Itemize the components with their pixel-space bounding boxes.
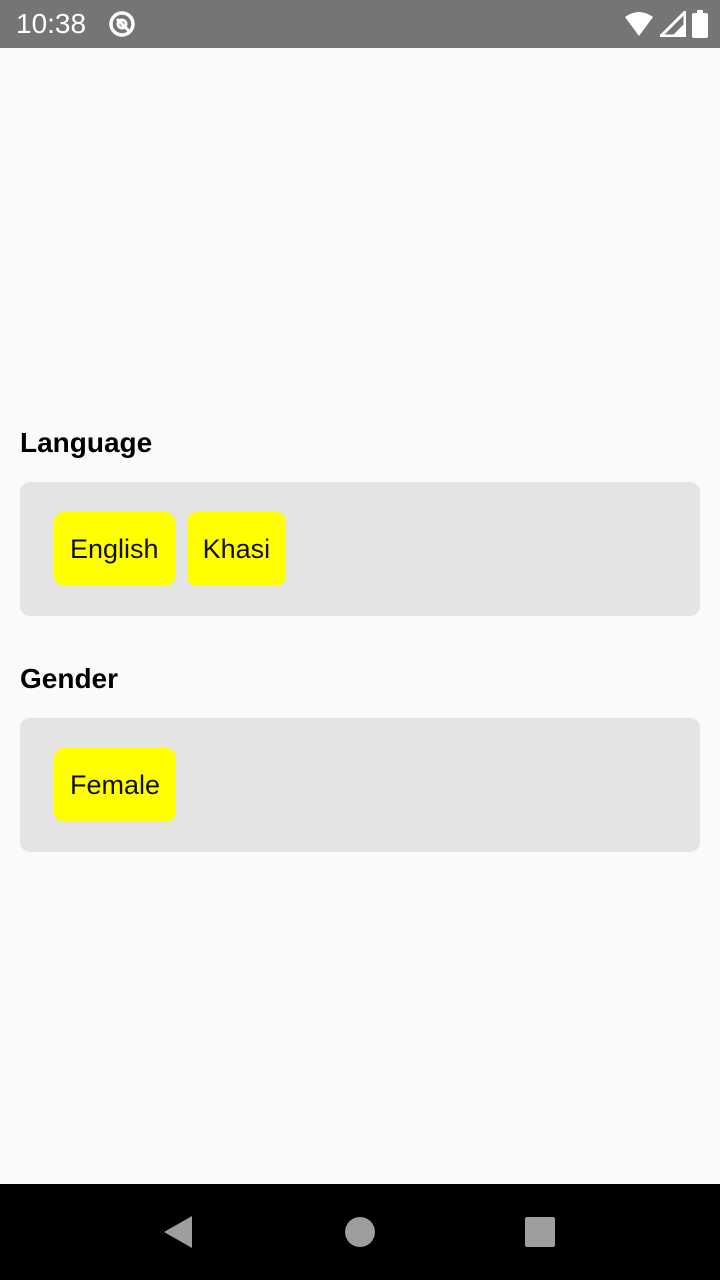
chip-english[interactable]: English — [54, 512, 175, 586]
language-chip-row: English Khasi — [54, 512, 287, 586]
chip-female[interactable]: Female — [54, 748, 177, 822]
back-triangle-icon — [164, 1216, 192, 1248]
wifi-icon — [625, 12, 653, 36]
status-bar: 10:38 — [0, 0, 720, 48]
chip-khasi[interactable]: Khasi — [186, 512, 287, 586]
recents-square-icon — [525, 1217, 555, 1247]
navigation-bar — [0, 1184, 720, 1280]
gender-title: Gender — [20, 663, 119, 694]
battery-icon — [692, 10, 708, 38]
back-button[interactable] — [130, 1184, 226, 1280]
gender-chip-box: Female — [20, 718, 700, 852]
home-circle-icon — [345, 1217, 375, 1247]
main-content: Language English Khasi Gender Female — [0, 48, 720, 1184]
status-time: 10:38 — [16, 8, 87, 39]
language-title: Language — [20, 427, 153, 458]
gender-chip-row: Female — [54, 748, 177, 822]
cell-signal-icon — [660, 11, 686, 37]
language-chip-box: English Khasi — [20, 482, 700, 616]
home-button[interactable] — [312, 1184, 408, 1280]
at-sign-icon — [109, 11, 135, 37]
recents-button[interactable] — [492, 1184, 588, 1280]
status-icons — [624, 10, 708, 38]
